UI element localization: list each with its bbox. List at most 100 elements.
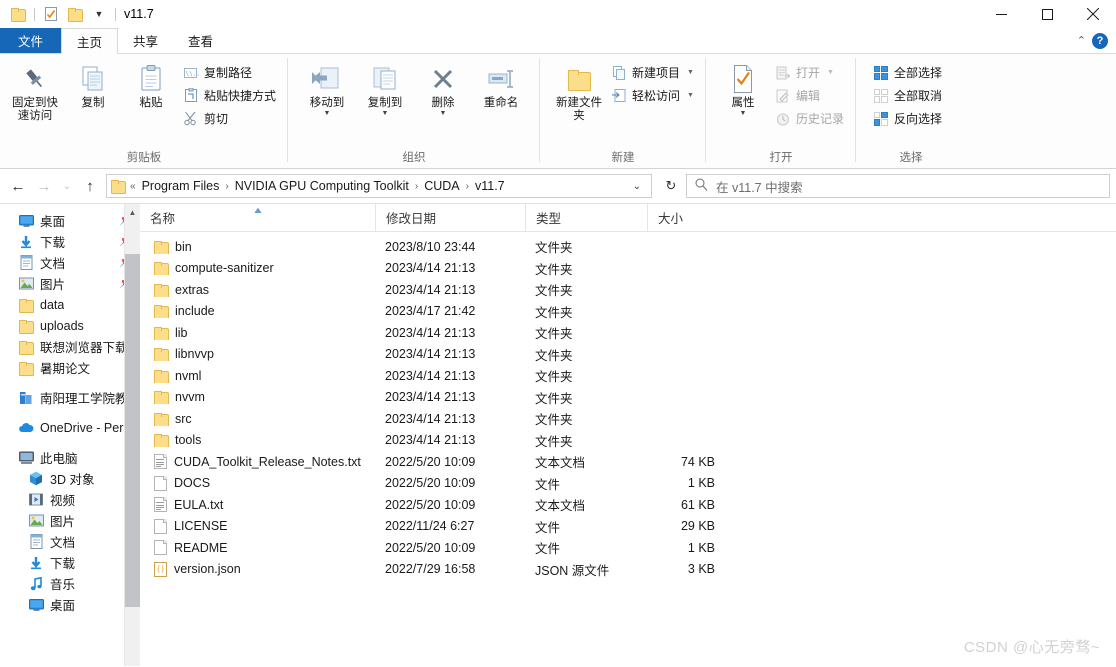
paste-button[interactable]: 粘贴 <box>122 58 180 114</box>
table-row[interactable]: LICENSE 2022/11/24 6:27 文件 29 KB <box>140 516 1116 538</box>
search-box[interactable]: 在 v11.7 中搜索 <box>686 174 1110 198</box>
table-row[interactable]: include 2023/4/17 21:42 文件夹 <box>140 301 1116 323</box>
breadcrumb-item-cuda[interactable]: CUDA <box>420 177 463 195</box>
file-type: 文件夹 <box>535 370 573 385</box>
copy-button[interactable]: 复制 <box>64 58 122 114</box>
sidebar-item-videos[interactable]: 视频 <box>0 489 140 510</box>
breadcrumb-overflow[interactable]: « <box>129 181 137 192</box>
column-header-name[interactable]: 名称 ▲ <box>140 204 375 231</box>
move-to-button[interactable]: 移动到 ▼ <box>298 58 356 121</box>
easy-access-button[interactable]: 轻松访问 ▼ <box>608 84 700 107</box>
invert-selection-button[interactable]: 反向选择 <box>870 107 948 130</box>
close-button[interactable] <box>1070 0 1116 28</box>
maximize-button[interactable] <box>1024 0 1070 28</box>
sidebar-item-3d-objects[interactable]: 3D 对象 <box>0 468 140 489</box>
breadcrumb-item-nvidia[interactable]: NVIDIA GPU Computing Toolkit <box>231 177 413 195</box>
table-row[interactable]: tools 2023/4/14 21:13 文件夹 <box>140 430 1116 452</box>
search-input[interactable]: 在 v11.7 中搜索 <box>716 177 803 196</box>
tab-share[interactable]: 共享 <box>118 28 173 53</box>
scrollbar-thumb[interactable] <box>125 254 140 607</box>
up-button[interactable]: ↑ <box>78 174 102 198</box>
tab-view[interactable]: 查看 <box>173 28 228 53</box>
scroll-up-icon[interactable]: ▲ <box>125 204 140 220</box>
sidebar-item-uploads[interactable]: uploads <box>0 315 140 336</box>
table-row[interactable]: lib 2023/4/14 21:13 文件夹 <box>140 322 1116 344</box>
table-row[interactable]: CUDA_Toolkit_Release_Notes.txt 2022/5/20… <box>140 451 1116 473</box>
sidebar-item-desktop-pc[interactable]: 桌面 <box>0 594 140 615</box>
column-header-type[interactable]: 类型 <box>525 204 647 231</box>
table-row[interactable]: extras 2023/4/14 21:13 文件夹 <box>140 279 1116 301</box>
table-row[interactable]: README 2022/5/20 10:09 文件 1 KB <box>140 537 1116 559</box>
back-button[interactable]: ← <box>6 174 30 198</box>
collapse-ribbon-icon[interactable]: ⌃ <box>1077 34 1086 47</box>
column-header-date[interactable]: 修改日期 <box>375 204 525 231</box>
sidebar-item-documents-pc[interactable]: 文档 <box>0 531 140 552</box>
refresh-button[interactable]: ↻ <box>658 174 684 198</box>
sidebar-item-desktop[interactable]: 桌面 📌 <box>0 210 140 231</box>
file-date: 2023/4/14 21:13 <box>385 433 476 448</box>
table-row[interactable]: nvml 2023/4/14 21:13 文件夹 <box>140 365 1116 387</box>
help-icon[interactable]: ? <box>1092 32 1108 49</box>
sidebar-item-documents[interactable]: 文档 📌 <box>0 252 140 273</box>
delete-button[interactable]: 删除 ▼ <box>414 58 472 121</box>
table-row[interactable]: DOCS 2022/5/20 10:09 文件 1 KB <box>140 473 1116 495</box>
sidebar-label: 暑期论文 <box>40 362 91 376</box>
sidebar-item-music[interactable]: 音乐 <box>0 573 140 594</box>
sidebar-item-pictures-pc[interactable]: 图片 <box>0 510 140 531</box>
sidebar-item-lenovo-downloads[interactable]: 联想浏览器下载 <box>0 336 140 357</box>
paste-shortcut-button[interactable]: 粘贴快捷方式 <box>180 84 282 107</box>
file-name-cell: include <box>140 304 375 319</box>
chevron-down-icon[interactable]: ⌄ <box>627 181 647 192</box>
rename-button[interactable]: 重命名 <box>472 58 530 114</box>
history-button[interactable]: 历史记录 <box>772 107 850 130</box>
sidebar-item-downloads-pc[interactable]: 下载 <box>0 552 140 573</box>
sidebar-label: 文档 <box>40 257 66 271</box>
sidebar-item-this-pc[interactable]: 此电脑 <box>0 447 140 468</box>
breadcrumb-item-program-files[interactable]: Program Files <box>138 177 224 195</box>
sidebar-item-downloads[interactable]: 下载 📌 <box>0 231 140 252</box>
dropdown-arrow-icon[interactable]: ▼ <box>87 3 111 25</box>
sidebar-item-data[interactable]: data <box>0 294 140 315</box>
breadcrumb-item-v117[interactable]: v11.7 <box>471 177 509 195</box>
breadcrumb-separator[interactable]: › <box>414 181 419 192</box>
column-header-size[interactable]: 大小 <box>647 204 729 231</box>
table-row[interactable]: libnvvp 2023/4/14 21:13 文件夹 <box>140 344 1116 366</box>
table-row[interactable]: src 2023/4/14 21:13 文件夹 <box>140 408 1116 430</box>
file-name: nvvm <box>175 390 205 405</box>
copy-to-button[interactable]: 复制到 ▼ <box>356 58 414 121</box>
sidebar-item-onedrive-business[interactable]: 南阳理工学院教职 <box>0 387 140 408</box>
new-folder-button[interactable]: 新建文件夹 <box>550 58 608 127</box>
file-name: bin <box>175 239 192 254</box>
sidebar-item-onedrive-personal[interactable]: OneDrive - Pers <box>0 417 140 438</box>
table-row[interactable]: nvvm 2023/4/14 21:13 文件夹 <box>140 387 1116 409</box>
sidebar-scrollbar[interactable]: ▲ <box>124 204 140 666</box>
select-none-button[interactable]: 全部取消 <box>870 84 948 107</box>
table-row[interactable]: bin 2023/8/10 23:44 文件夹 <box>140 236 1116 258</box>
pin-to-quick-access-button[interactable]: 固定到快速访问 <box>6 58 64 127</box>
minimize-button[interactable] <box>978 0 1024 28</box>
open-button[interactable]: 打开 ▼ <box>772 61 850 84</box>
new-folder-icon[interactable] <box>63 3 87 25</box>
forward-button[interactable]: → <box>32 174 56 198</box>
properties-icon[interactable] <box>39 3 63 25</box>
table-row[interactable]: { } version.json 2022/7/29 16:58 JSON 源文… <box>140 559 1116 581</box>
table-row[interactable]: EULA.txt 2022/5/20 10:09 文本文档 61 KB <box>140 494 1116 516</box>
table-row[interactable]: compute-sanitizer 2023/4/14 21:13 文件夹 <box>140 258 1116 280</box>
breadcrumb-separator[interactable]: › <box>465 181 470 192</box>
edit-button[interactable]: 编辑 <box>772 84 850 107</box>
cut-button[interactable]: 剪切 <box>180 107 282 130</box>
properties-button[interactable]: 属性 ▼ <box>714 58 772 121</box>
breadcrumb-separator[interactable]: › <box>224 181 229 192</box>
watermark: CSDN @心无旁骛~ <box>963 639 1100 656</box>
select-all-button[interactable]: 全部选择 <box>870 61 948 84</box>
recent-locations-button[interactable]: ⌄ <box>58 174 76 198</box>
address-path-box[interactable]: « Program Files › NVIDIA GPU Computing T… <box>106 174 652 198</box>
folder-icon[interactable] <box>6 3 30 25</box>
copy-path-button[interactable]: \\.. 复制路径 <box>180 61 282 84</box>
tab-file[interactable]: 文件 <box>0 28 62 53</box>
tab-home[interactable]: 主页 <box>61 28 119 54</box>
sidebar-label: 桌面 <box>40 215 66 229</box>
sidebar-item-summer-thesis[interactable]: 暑期论文 <box>0 357 140 378</box>
sidebar-item-pictures[interactable]: 图片 📌 <box>0 273 140 294</box>
new-item-button[interactable]: 新建项目 ▼ <box>608 61 700 84</box>
